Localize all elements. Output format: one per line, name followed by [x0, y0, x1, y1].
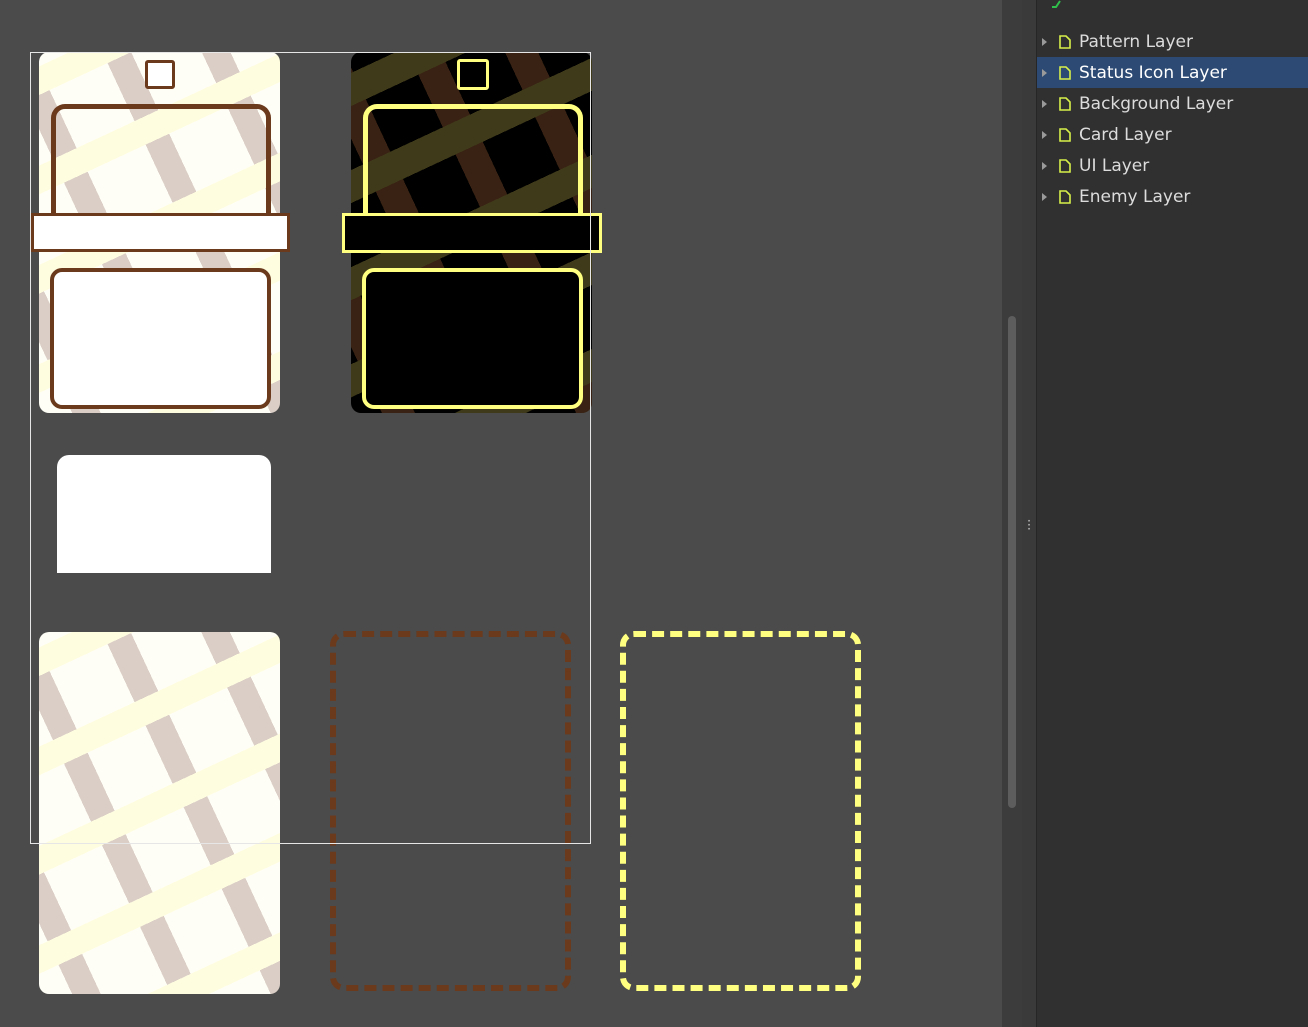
layers-panel: Pattern Layer Status Icon Layer Backgrou… [1036, 0, 1308, 1027]
layer-item-status-icon[interactable]: Status Icon Layer [1037, 57, 1308, 88]
layer-list: Pattern Layer Status Icon Layer Backgrou… [1037, 26, 1308, 212]
light-description-box[interactable] [50, 268, 271, 409]
canvas-scrollbar-thumb[interactable] [1008, 316, 1016, 808]
layer-item-ui[interactable]: UI Layer [1037, 150, 1308, 181]
light-status-icon-box[interactable] [145, 60, 175, 89]
dark-description-box[interactable] [362, 268, 583, 409]
pattern-card[interactable] [39, 632, 280, 994]
white-tab-shape[interactable] [57, 455, 271, 573]
yellow-dashed-card-outline[interactable] [620, 631, 861, 991]
expand-arrow-icon[interactable] [1042, 161, 1047, 170]
layer-label: Background Layer [1079, 93, 1234, 114]
layer-item-background[interactable]: Background Layer [1037, 88, 1308, 119]
layer-label: Card Layer [1079, 124, 1172, 145]
light-portrait-frame[interactable] [51, 104, 271, 222]
layer-label: Pattern Layer [1079, 31, 1193, 52]
expand-arrow-icon[interactable] [1042, 130, 1047, 139]
expand-arrow-icon[interactable] [1042, 37, 1047, 46]
dark-status-icon-box[interactable] [457, 59, 489, 90]
document-icon [1059, 65, 1071, 80]
brown-dashed-card-outline[interactable] [330, 631, 571, 991]
expand-arrow-icon[interactable] [1042, 192, 1047, 201]
layer-label: Status Icon Layer [1079, 62, 1227, 83]
document-icon [1059, 34, 1071, 49]
document-icon [1059, 96, 1071, 111]
expand-arrow-icon[interactable] [1042, 99, 1047, 108]
document-icon [1059, 158, 1071, 173]
splitter-grip-icon[interactable]: · · · [1026, 515, 1032, 535]
layer-label: Enemy Layer [1079, 186, 1191, 207]
design-canvas[interactable] [0, 0, 1002, 1027]
light-title-bar[interactable] [31, 213, 290, 252]
layer-label: UI Layer [1079, 155, 1150, 176]
layer-item-pattern[interactable]: Pattern Layer [1037, 26, 1308, 57]
dark-portrait-frame[interactable] [363, 104, 583, 222]
panel-top-icon [1052, 0, 1061, 8]
document-icon [1059, 127, 1071, 142]
expand-arrow-icon[interactable] [1042, 68, 1047, 77]
layer-item-card[interactable]: Card Layer [1037, 119, 1308, 150]
dark-title-bar[interactable] [342, 213, 602, 253]
document-icon [1059, 189, 1071, 204]
layer-item-enemy[interactable]: Enemy Layer [1037, 181, 1308, 212]
